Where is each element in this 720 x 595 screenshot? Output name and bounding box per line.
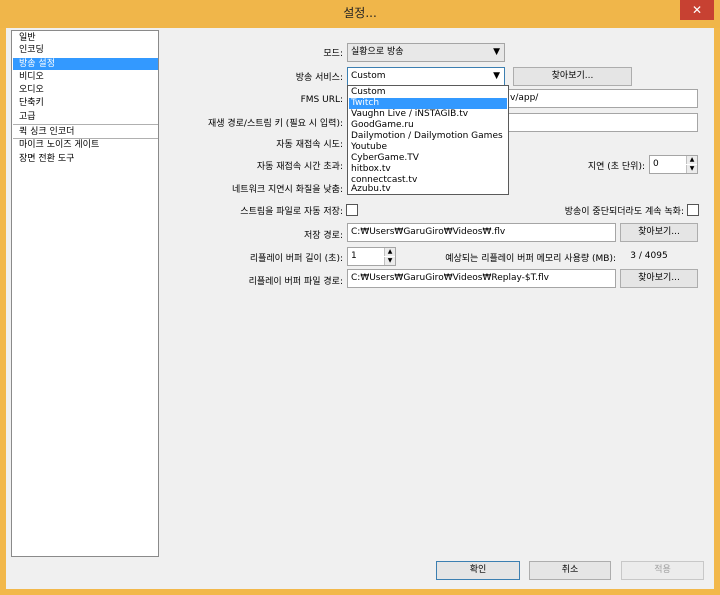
save-path-input[interactable]: C:₩Users₩GaruGiro₩Videos₩.flv	[347, 223, 616, 242]
service-value: Custom	[351, 71, 386, 81]
chevron-down-icon: ▼	[493, 71, 500, 81]
settings-sidebar: 일반 인코딩 방송 설정 비디오 오디오 단축키 고급 퀵 싱크 인코더 마이크…	[11, 30, 159, 557]
delay-stepper[interactable]: 0 ▲ ▼	[649, 155, 698, 174]
save-path-label: 저장 경로:	[303, 231, 343, 241]
sidebar-item-quicksync[interactable]: 퀵 싱크 인코더	[13, 126, 158, 138]
auto-save-label: 스트림을 파일로 자동 저장:	[240, 207, 343, 217]
cancel-button[interactable]: 취소	[529, 561, 611, 580]
auto-save-checkbox[interactable]	[346, 204, 358, 216]
service-label: 방송 서비스:	[295, 73, 343, 83]
dropdown-option[interactable]: GoodGame.ru	[349, 120, 507, 131]
replay-path-label: 리플레이 버퍼 파일 경로:	[248, 277, 343, 287]
spin-up-icon[interactable]: ▲	[384, 248, 395, 256]
sidebar-item-general[interactable]: 일반	[13, 32, 158, 44]
sidebar-item-audio[interactable]: 오디오	[13, 84, 158, 96]
spin-up-icon[interactable]: ▲	[686, 156, 697, 164]
browse-service-button[interactable]: 찾아보기...	[513, 67, 632, 86]
sidebar-item-hotkeys[interactable]: 단축키	[13, 97, 158, 109]
memory-usage-value: 3 / 4095	[630, 251, 668, 261]
dropdown-option[interactable]: hitbox.tv	[349, 164, 507, 175]
delay-value: 0	[653, 159, 659, 169]
delay-label: 지연 (초 단위):	[587, 162, 645, 172]
keep-recording-label: 방송이 중단되더라도 계속 녹화:	[564, 207, 684, 217]
sidebar-item-noise-gate[interactable]: 마이크 노이즈 게이트	[13, 139, 158, 151]
spin-down-icon[interactable]: ▼	[686, 165, 697, 173]
sidebar-item-encoding[interactable]: 인코딩	[13, 44, 158, 56]
fms-url-label: FMS URL:	[300, 95, 343, 105]
dropdown-option[interactable]: Dailymotion / Dailymotion Games	[349, 131, 507, 142]
close-icon[interactable]: ✕	[680, 0, 714, 20]
window-title: 설정...	[343, 6, 377, 20]
ok-button[interactable]: 확인	[436, 561, 520, 580]
sidebar-item-video[interactable]: 비디오	[13, 71, 158, 83]
title-bar: 설정... ✕	[0, 0, 720, 28]
mode-value: 실황으로 방송	[351, 47, 404, 57]
auto-reconnect-label: 자동 재접속 시도:	[276, 140, 343, 150]
sidebar-item-advanced[interactable]: 고급	[13, 111, 158, 123]
browse-replay-path-button[interactable]: 찾아보기...	[620, 269, 698, 288]
reconnect-timeout-label: 자동 재접속 시간 초과:	[256, 162, 343, 172]
dropdown-option[interactable]: Custom	[349, 87, 507, 98]
dropdown-option[interactable]: Azubu.tv	[349, 184, 507, 195]
apply-button[interactable]: 적용	[621, 561, 704, 580]
sidebar-separator	[13, 124, 158, 125]
dropdown-option[interactable]: Twitch	[349, 98, 507, 109]
dropdown-option[interactable]: Vaughn Live / iNSTAGIB.tv	[349, 109, 507, 120]
memory-usage-label: 예상되는 리플레이 버퍼 메모리 사용량 (MB):	[445, 254, 616, 264]
replay-length-stepper[interactable]: 1 ▲ ▼	[347, 247, 396, 266]
service-dropdown-list: Custom Twitch Vaughn Live / iNSTAGIB.tv …	[347, 85, 509, 195]
service-select[interactable]: Custom ▼	[347, 67, 505, 86]
browse-save-path-button[interactable]: 찾아보기...	[620, 223, 698, 242]
replay-path-value: C:₩Users₩GaruGiro₩Videos₩Replay-$T.flv	[351, 273, 549, 283]
low-quality-label: 네트워크 지연시 화질을 낮춤:	[232, 185, 343, 195]
fms-url-value: v/app/	[510, 93, 539, 103]
keep-recording-checkbox[interactable]	[687, 204, 699, 216]
mode-label: 모드:	[323, 49, 343, 59]
dropdown-option[interactable]: Youtube	[349, 142, 507, 153]
replay-length-value: 1	[351, 251, 357, 261]
stream-key-label: 재생 경로/스트림 키 (필요 시 입력):	[207, 119, 343, 129]
replay-length-label: 리플레이 버퍼 길이 (초):	[249, 254, 343, 264]
sidebar-item-scene-transition[interactable]: 장면 전환 도구	[13, 153, 158, 165]
sidebar-item-broadcast[interactable]: 방송 설정	[13, 58, 158, 70]
chevron-down-icon: ▼	[493, 47, 500, 57]
dropdown-option[interactable]: CyberGame.TV	[349, 153, 507, 164]
spin-down-icon[interactable]: ▼	[384, 257, 395, 265]
save-path-value: C:₩Users₩GaruGiro₩Videos₩.flv	[351, 227, 506, 237]
mode-select[interactable]: 실황으로 방송 ▼	[347, 43, 505, 62]
replay-path-input[interactable]: C:₩Users₩GaruGiro₩Videos₩Replay-$T.flv	[347, 269, 616, 288]
